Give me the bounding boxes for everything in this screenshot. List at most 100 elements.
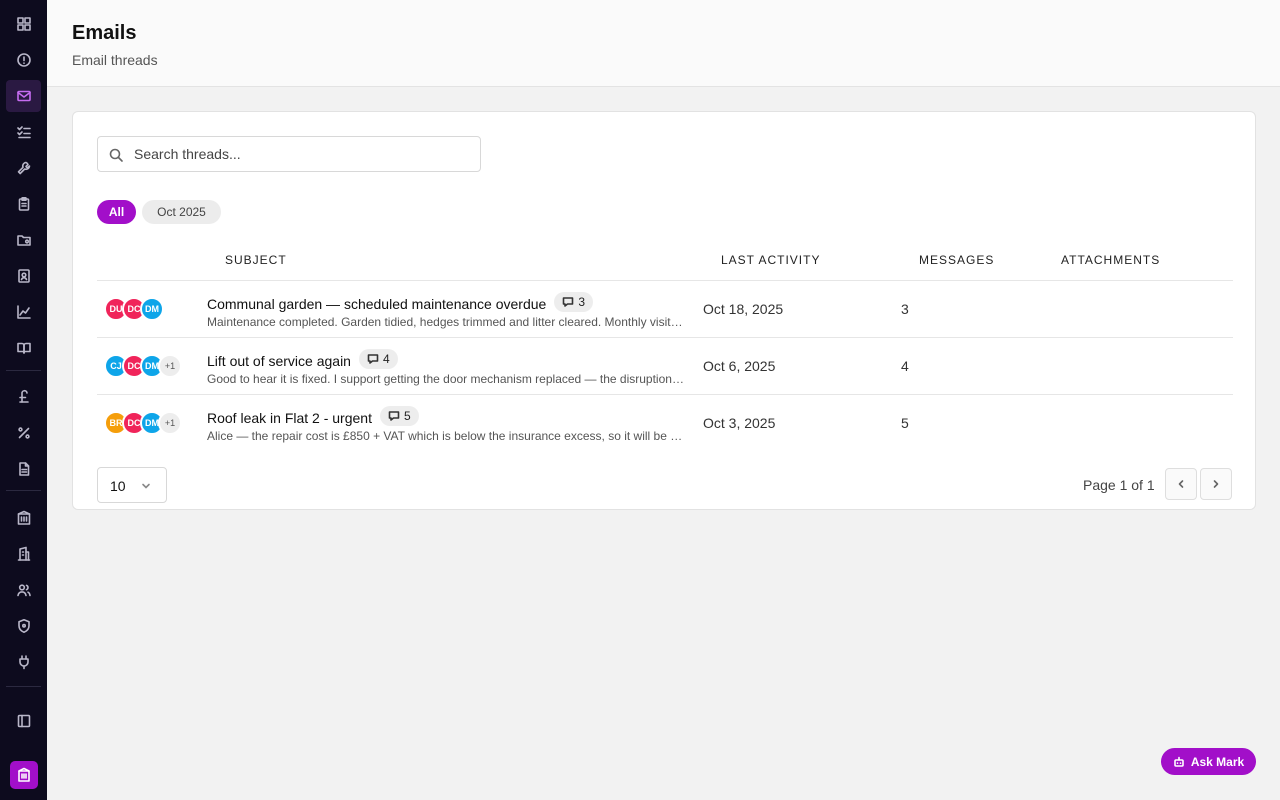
chevron-down-icon bbox=[142, 483, 150, 489]
building-icon bbox=[17, 510, 30, 525]
table-row[interactable]: DU DC DM Communal garden — scheduled mai… bbox=[97, 281, 1233, 338]
sidebar-item-reports[interactable] bbox=[6, 296, 41, 328]
sidebar-item-folders[interactable] bbox=[6, 224, 41, 256]
book-open-icon bbox=[16, 342, 31, 354]
sidebar-item-units[interactable] bbox=[6, 538, 41, 570]
sidebar-collapse-toggle[interactable] bbox=[6, 705, 41, 737]
ask-mark-label: Ask Mark bbox=[1190, 754, 1245, 769]
next-page-button[interactable] bbox=[1200, 468, 1232, 500]
thread-subject: Roof leak in Flat 2 - urgent 5 bbox=[207, 406, 419, 426]
column-header-attachments[interactable]: ATTACHMENTS bbox=[1061, 253, 1160, 267]
message-count-badge: 3 bbox=[554, 292, 594, 312]
chevron-left-icon bbox=[1178, 480, 1184, 488]
sidebar-item-finance[interactable] bbox=[6, 381, 41, 413]
sidebar-item-issues[interactable] bbox=[6, 44, 41, 76]
sidebar-item-buildings[interactable] bbox=[6, 502, 41, 534]
thread-subject-text: Communal garden — scheduled maintenance … bbox=[207, 296, 547, 312]
search-input[interactable] bbox=[134, 137, 474, 171]
last-activity: Oct 3, 2025 bbox=[703, 415, 776, 431]
sidebar-item-people[interactable] bbox=[6, 574, 41, 606]
sidebar bbox=[0, 0, 47, 800]
sidebar-item-knowledge[interactable] bbox=[6, 332, 41, 364]
message-count-badge-value: 3 bbox=[578, 295, 586, 309]
ask-mark-button[interactable]: Ask Mark bbox=[1161, 748, 1256, 775]
contact-book-icon bbox=[17, 269, 30, 283]
thread-subject: Communal garden — scheduled maintenance … bbox=[207, 292, 594, 312]
last-activity: Oct 18, 2025 bbox=[703, 301, 784, 317]
table-row[interactable]: CJ DC DM +1 Lift out of service again 4 G… bbox=[97, 338, 1233, 395]
page-size-select[interactable]: 10 bbox=[97, 467, 167, 503]
table-row[interactable]: BR DC DM +1 Roof leak in Flat 2 - urgent… bbox=[97, 395, 1233, 452]
sidebar-divider bbox=[6, 370, 41, 371]
file-text-icon bbox=[18, 462, 29, 476]
sidebar-divider bbox=[6, 490, 41, 491]
message-count-badge: 5 bbox=[379, 406, 419, 426]
column-header-subject[interactable]: SUBJECT bbox=[225, 253, 287, 267]
thread-preview: Good to hear it is fixed. I support gett… bbox=[207, 372, 687, 386]
participant-avatars: CJ DC DM +1 bbox=[104, 354, 194, 378]
message-count: 4 bbox=[901, 358, 909, 374]
plug-icon bbox=[18, 655, 29, 670]
participant-avatars: DU DC DM bbox=[104, 297, 194, 321]
alert-circle-icon bbox=[16, 53, 31, 67]
sidebar-item-invoices[interactable] bbox=[6, 453, 41, 485]
filter-chip-all[interactable]: All bbox=[97, 200, 136, 224]
thread-preview: Alice — the repair cost is £850 + VAT wh… bbox=[207, 429, 687, 443]
shield-icon bbox=[17, 619, 30, 633]
checklist-icon bbox=[16, 126, 31, 139]
sidebar-item-rates[interactable] bbox=[6, 417, 41, 449]
building-icon bbox=[18, 767, 30, 782]
office-building-icon bbox=[17, 546, 30, 561]
line-chart-icon bbox=[16, 305, 31, 319]
org-switcher[interactable] bbox=[10, 761, 38, 789]
clipboard-icon bbox=[18, 196, 29, 211]
column-header-last-activity[interactable]: LAST ACTIVITY bbox=[721, 253, 820, 267]
comment-icon bbox=[367, 354, 379, 364]
threads-card: All Oct 2025 SUBJECT LAST ACTIVITY MESSA… bbox=[72, 111, 1256, 510]
panel-left-icon bbox=[17, 714, 30, 728]
sidebar-item-documents[interactable] bbox=[6, 188, 41, 220]
page-info: Page 1 of 1 bbox=[1083, 477, 1155, 493]
percent-icon bbox=[17, 427, 30, 439]
message-count: 3 bbox=[901, 301, 909, 317]
sidebar-item-contacts[interactable] bbox=[6, 260, 41, 292]
sidebar-item-compliance[interactable] bbox=[6, 610, 41, 642]
robot-icon bbox=[1174, 756, 1184, 767]
message-count: 5 bbox=[901, 415, 909, 431]
sidebar-item-tasks[interactable] bbox=[6, 116, 41, 148]
avatar: DM bbox=[140, 297, 164, 321]
sidebar-item-emails[interactable] bbox=[6, 80, 41, 112]
users-icon bbox=[16, 584, 31, 597]
avatar-more: +1 bbox=[158, 354, 182, 378]
chevron-right-icon bbox=[1213, 480, 1219, 488]
filter-chip-oct-2025[interactable]: Oct 2025 bbox=[142, 200, 221, 224]
previous-page-button[interactable] bbox=[1165, 468, 1197, 500]
comment-icon bbox=[563, 297, 574, 307]
thread-subject: Lift out of service again 4 bbox=[207, 349, 398, 369]
comment-icon bbox=[388, 411, 400, 421]
thread-preview: Maintenance completed. Garden tidied, he… bbox=[207, 315, 687, 329]
mail-icon bbox=[16, 90, 31, 102]
thread-subject-text: Lift out of service again bbox=[207, 353, 351, 369]
folder-user-icon bbox=[16, 235, 31, 246]
column-header-messages[interactable]: MESSAGES bbox=[919, 253, 994, 267]
page-subtitle: Email threads bbox=[72, 52, 158, 68]
wrench-icon bbox=[17, 161, 30, 175]
sidebar-divider bbox=[6, 686, 41, 687]
page-size-value: 10 bbox=[110, 478, 126, 494]
dashboard-icon bbox=[16, 17, 31, 31]
participant-avatars: BR DC DM +1 bbox=[104, 411, 194, 435]
sidebar-item-dashboard[interactable] bbox=[6, 8, 41, 40]
message-count-badge-value: 5 bbox=[403, 409, 411, 423]
page-title: Emails bbox=[72, 22, 137, 44]
thread-subject-text: Roof leak in Flat 2 - urgent bbox=[207, 410, 372, 426]
message-count-badge: 4 bbox=[358, 349, 398, 369]
pound-icon bbox=[18, 389, 29, 403]
avatar-more: +1 bbox=[158, 411, 182, 435]
sidebar-item-maintenance[interactable] bbox=[6, 152, 41, 184]
sidebar-item-integrations[interactable] bbox=[6, 646, 41, 678]
search-box bbox=[97, 136, 481, 172]
search-icon bbox=[108, 147, 124, 163]
message-count-badge-value: 4 bbox=[382, 352, 390, 366]
page-header: Emails Email threads bbox=[47, 0, 1280, 87]
